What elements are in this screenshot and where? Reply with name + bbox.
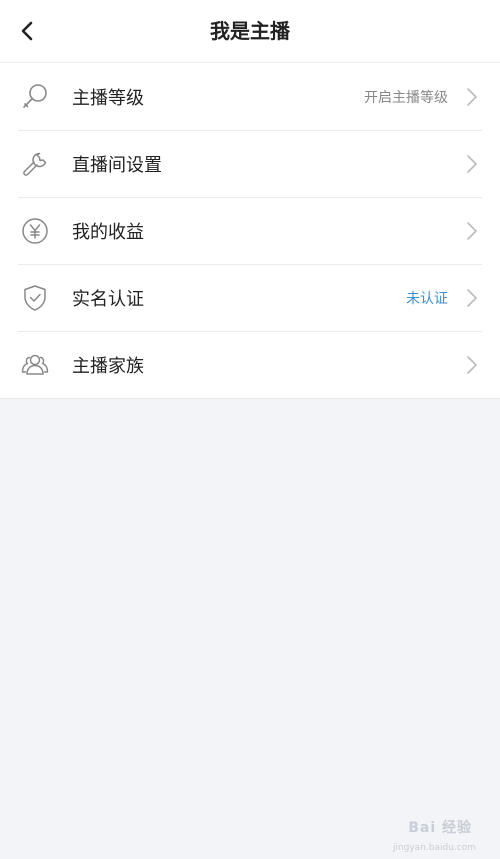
top-bar: 我是主播 — [0, 0, 500, 63]
menu-list: 主播等级 开启主播等级 直播间设置 我的收益 实名认证 未认证 主播家族 — [0, 63, 500, 399]
menu-item-anchor-level[interactable]: 主播等级 开启主播等级 — [0, 63, 500, 130]
menu-item-label: 主播家族 — [72, 355, 144, 377]
menu-item-room-settings[interactable]: 直播间设置 — [0, 130, 500, 197]
screen: 我是主播 主播等级 开启主播等级 直播间设置 我的收益 实名认证 未认证 主播家… — [0, 0, 500, 859]
menu-item-label: 实名认证 — [72, 288, 144, 310]
menu-item-real-name-auth[interactable]: 实名认证 未认证 — [0, 264, 500, 331]
chevron-right-icon — [467, 154, 477, 173]
chevron-right-icon — [467, 288, 477, 307]
microphone-icon — [20, 82, 50, 112]
menu-item-label: 我的收益 — [72, 221, 144, 243]
yuan-icon — [20, 216, 50, 246]
chevron-left-icon — [21, 21, 33, 41]
chevron-right-icon — [467, 221, 477, 240]
watermark-url: jingyan.baidu.com — [392, 843, 476, 853]
menu-item-label: 直播间设置 — [72, 154, 162, 176]
menu-item-label: 主播等级 — [72, 87, 144, 109]
chevron-right-icon — [467, 355, 477, 374]
menu-item-anchor-family[interactable]: 主播家族 — [0, 331, 500, 398]
group-icon — [20, 350, 50, 380]
watermark-brand: Bai 经验 — [408, 820, 472, 836]
menu-item-earnings[interactable]: 我的收益 — [0, 197, 500, 264]
verification-status: 未认证 — [406, 290, 448, 307]
menu-item-value: 开启主播等级 — [364, 89, 448, 106]
chevron-right-icon — [467, 87, 477, 106]
wrench-icon — [20, 149, 50, 179]
page-title: 我是主播 — [210, 19, 290, 43]
shield-check-icon — [20, 283, 50, 313]
back-button[interactable] — [10, 14, 44, 48]
